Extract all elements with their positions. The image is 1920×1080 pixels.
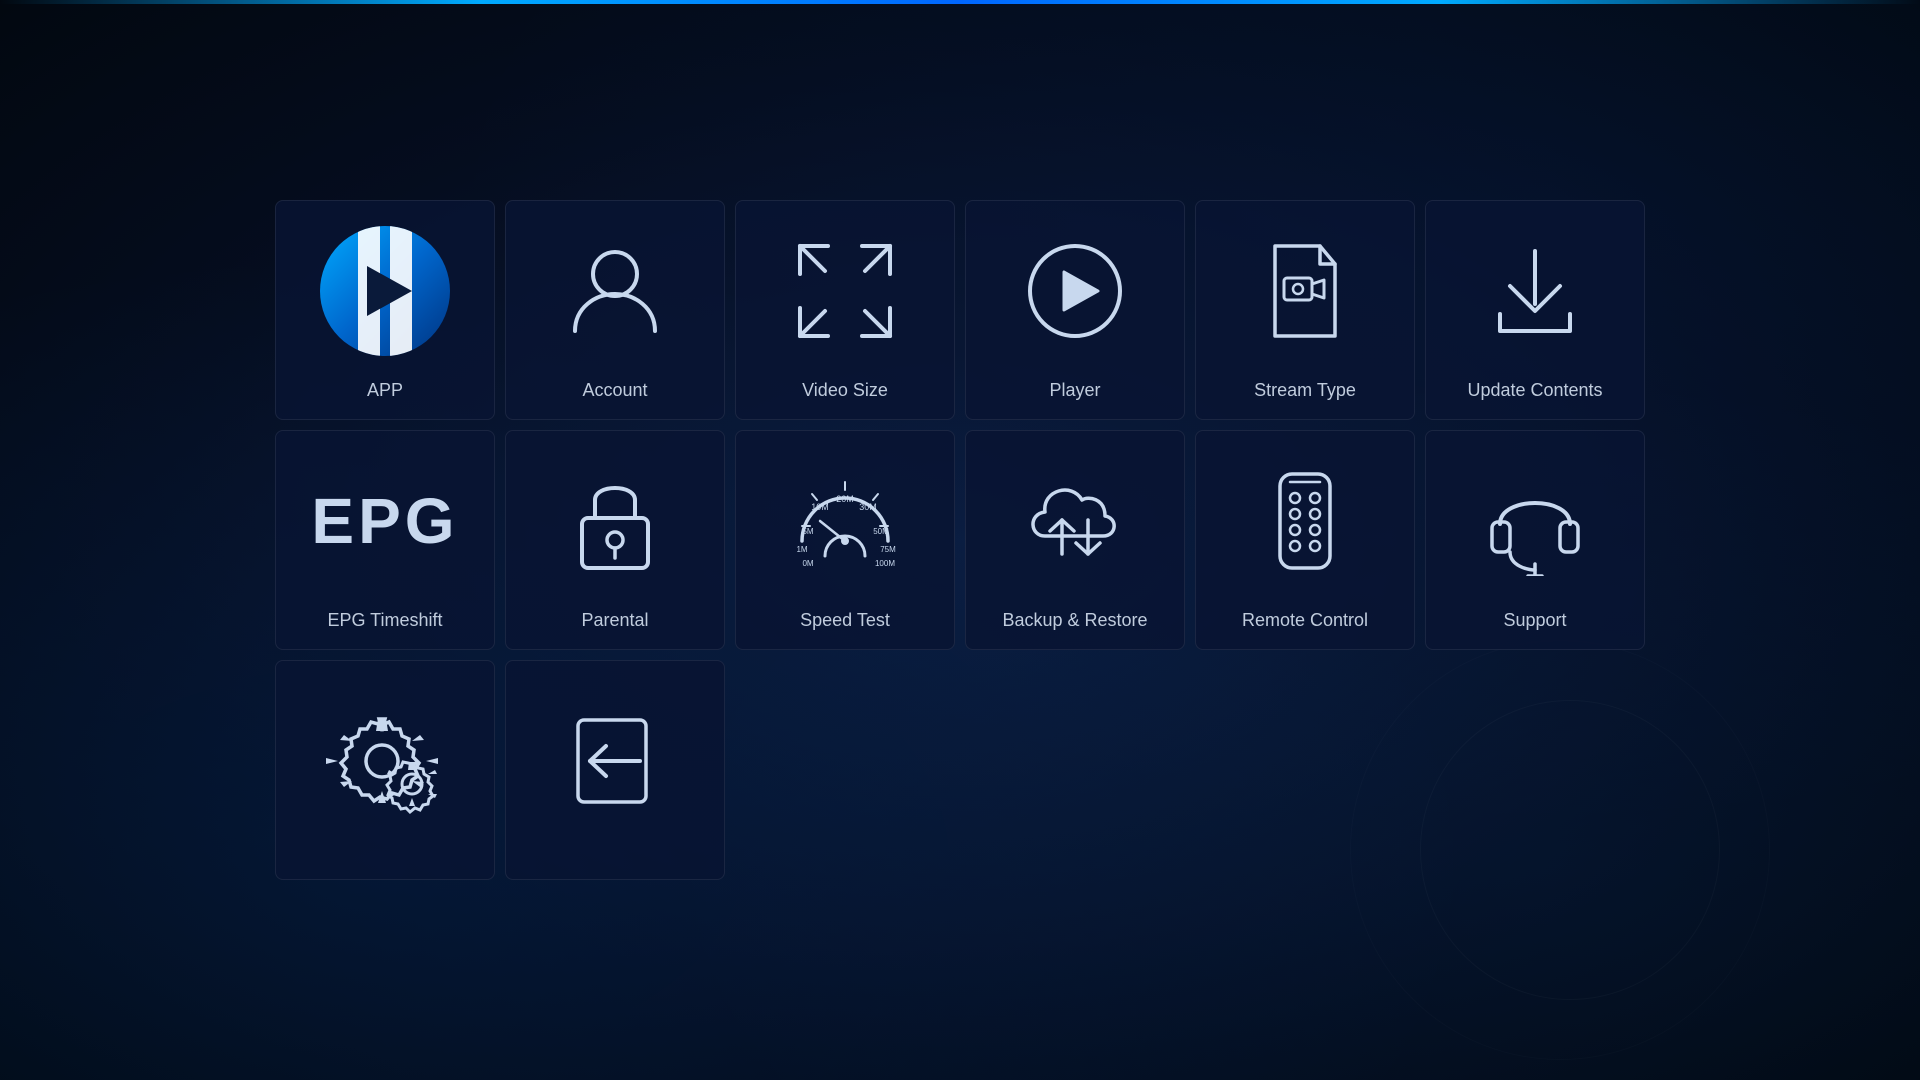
support-tile[interactable]: Support (1425, 430, 1645, 650)
player-label: Player (1049, 380, 1100, 419)
backup-restore-icon-area (966, 431, 1184, 610)
logout-tile[interactable] (505, 660, 725, 880)
svg-text:20M: 20M (836, 494, 854, 504)
logout-icon (560, 706, 670, 816)
speed-test-icon-area: 20M 10M 30M 5M 50M 1M 75M 0M 100M (736, 431, 954, 610)
settings-grid: APP Account (255, 180, 1665, 900)
epg-icon-area: EPG (276, 431, 494, 610)
settings-icon (320, 706, 450, 816)
speed-test-tile[interactable]: 20M 10M 30M 5M 50M 1M 75M 0M 100M Speed … (735, 430, 955, 650)
support-label: Support (1503, 610, 1566, 649)
remote-control-icon-area (1196, 431, 1414, 610)
player-icon-area (966, 201, 1184, 380)
update-contents-label: Update Contents (1467, 380, 1602, 419)
backup-restore-icon (1020, 466, 1130, 576)
remote-control-tile[interactable]: Remote Control (1195, 430, 1415, 650)
speed-test-label: Speed Test (800, 610, 890, 649)
stream-type-label: Stream Type (1254, 380, 1356, 419)
epg-timeshift-tile[interactable]: EPG EPG Timeshift (275, 430, 495, 650)
video-size-icon-area (736, 201, 954, 380)
support-icon (1480, 466, 1590, 576)
backup-restore-tile[interactable]: Backup & Restore (965, 430, 1185, 650)
play-icon (367, 266, 412, 316)
remote-control-icon (1250, 466, 1360, 576)
account-icon-area (506, 201, 724, 380)
player-tile[interactable]: Player (965, 200, 1185, 420)
settings-icon-area (276, 661, 494, 861)
epg-timeshift-label: EPG Timeshift (327, 610, 442, 649)
svg-text:0M: 0M (802, 559, 813, 568)
parental-tile[interactable]: Parental (505, 430, 725, 650)
parental-icon-area (506, 431, 724, 610)
stream-type-icon (1250, 236, 1360, 346)
svg-text:30M: 30M (859, 502, 877, 512)
app-icon-area (276, 201, 494, 380)
update-contents-icon-area (1426, 201, 1644, 380)
app-logo-icon (320, 226, 450, 356)
svg-text:10M: 10M (811, 502, 829, 512)
app-tile[interactable]: APP (275, 200, 495, 420)
stream-type-tile[interactable]: Stream Type (1195, 200, 1415, 420)
video-size-tile[interactable]: Video Size (735, 200, 955, 420)
svg-text:1M: 1M (796, 545, 807, 554)
app-label: APP (367, 380, 403, 419)
update-contents-tile[interactable]: Update Contents (1425, 200, 1645, 420)
player-icon (1020, 236, 1130, 346)
parental-icon (560, 466, 670, 576)
svg-text:75M: 75M (880, 545, 896, 554)
stream-type-icon-area (1196, 201, 1414, 380)
account-tile[interactable]: Account (505, 200, 725, 420)
video-size-label: Video Size (802, 380, 888, 419)
account-label: Account (582, 380, 647, 419)
backup-restore-label: Backup & Restore (1002, 610, 1147, 649)
update-contents-icon (1480, 236, 1590, 346)
svg-text:50M: 50M (873, 527, 889, 536)
account-icon (560, 236, 670, 346)
svg-text:100M: 100M (875, 559, 895, 568)
logout-icon-area (506, 661, 724, 861)
svg-text:5M: 5M (802, 527, 813, 536)
speed-test-icon: 20M 10M 30M 5M 50M 1M 75M 0M 100M (790, 466, 900, 576)
epg-text: EPG (311, 484, 458, 558)
remote-control-label: Remote Control (1242, 610, 1368, 649)
support-icon-area (1426, 431, 1644, 610)
video-size-icon (790, 236, 900, 346)
settings-tile[interactable] (275, 660, 495, 880)
parental-label: Parental (581, 610, 648, 649)
